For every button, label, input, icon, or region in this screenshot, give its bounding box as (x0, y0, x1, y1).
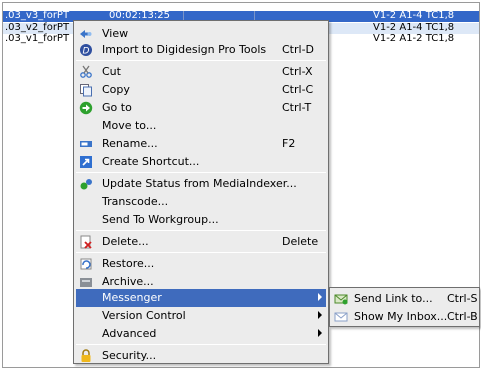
menu-item-rename[interactable]: Rename... F2 (76, 135, 326, 153)
menu-item-label: Advanced (102, 327, 157, 340)
menu-item-label: View (102, 27, 129, 40)
go-arrow-icon (79, 101, 93, 115)
copy-icon (80, 84, 92, 97)
context-menu: View D Import to Digidesign Pro Tools Ct… (73, 20, 329, 364)
menu-item-label: Rename... (102, 137, 158, 150)
svg-text:D: D (83, 47, 90, 57)
submenu-arrow-icon (318, 293, 322, 301)
lock-icon (81, 349, 91, 362)
menu-item-version-control[interactable]: Version Control (76, 307, 326, 325)
clip-name: .03_v3_forPT (5, 10, 70, 21)
menu-item-label: Send To Workgroup... (102, 213, 219, 226)
menu-item-security[interactable]: Security... (76, 347, 326, 365)
clip-tracks: V1-2 A1-2 TC1,8 (373, 33, 455, 44)
menu-item-advanced[interactable]: Advanced (76, 325, 326, 343)
menu-item-shortcut: Delete (282, 235, 319, 248)
view-icon (80, 30, 92, 38)
menu-item-import-pro-tools[interactable]: D Import to Digidesign Pro Tools Ctrl-D (76, 41, 326, 59)
menu-item-label: Show My Inbox... (354, 310, 448, 323)
archive-icon (80, 278, 92, 287)
menu-item-label: Archive... (102, 275, 154, 288)
rename-icon (80, 141, 92, 147)
screen: .03_v3_forPT 00:02:13:25 V1-2 A1-4 TC1,8… (0, 0, 481, 370)
submenu-arrow-icon (318, 329, 322, 337)
menu-item-label: Import to Digidesign Pro Tools (102, 43, 267, 56)
menu-separator (76, 172, 326, 173)
delete-icon (80, 235, 92, 249)
menu-item-shortcut: Ctrl-C (282, 83, 314, 96)
menu-item-label: Cut (102, 65, 121, 78)
menu-item-cut[interactable]: Cut Ctrl-X (76, 63, 326, 81)
menu-item-shortcut: Ctrl-T (282, 101, 312, 114)
digidesign-icon: D (80, 44, 92, 57)
menu-item-label: Messenger (102, 291, 162, 304)
submenu-arrow-icon (318, 311, 322, 319)
menu-item-label: Security... (102, 349, 157, 362)
restore-icon (80, 258, 92, 270)
scissors-icon (80, 65, 92, 78)
clip-tracks: V1-2 A1-4 TC1,8 (373, 10, 455, 21)
menu-separator (76, 344, 326, 345)
messenger-submenu: Send Link to... Ctrl-S Show My Inbox... … (329, 287, 480, 327)
menu-item-update-status[interactable]: Update Status from MediaIndexer... (76, 175, 326, 193)
menu-item-shortcut: Ctrl-S (447, 292, 478, 305)
menu-item-transcode[interactable]: Transcode... (76, 193, 326, 211)
menu-item-go-to[interactable]: Go to Ctrl-T (76, 99, 326, 117)
menu-separator (76, 252, 326, 253)
menu-item-label: Send Link to... (354, 292, 433, 305)
menu-item-show-inbox[interactable]: Show My Inbox... Ctrl-B (332, 308, 478, 326)
menu-item-label: Create Shortcut... (102, 155, 200, 168)
menu-item-copy[interactable]: Copy Ctrl-C (76, 81, 326, 99)
menu-item-label: Delete... (102, 235, 149, 248)
send-link-icon (334, 294, 348, 305)
menu-item-label: Go to (102, 101, 132, 114)
menu-item-delete[interactable]: Delete... Delete (76, 233, 326, 251)
update-icon (80, 179, 92, 190)
menu-item-label: Version Control (102, 309, 186, 322)
menu-item-label: Move to... (102, 119, 157, 132)
menu-item-shortcut: Ctrl-B (447, 310, 478, 323)
menu-item-send-link[interactable]: Send Link to... Ctrl-S (332, 290, 478, 308)
menu-item-shortcut: Ctrl-X (282, 65, 313, 78)
menu-item-messenger[interactable]: Messenger (76, 289, 326, 307)
menu-item-label: Copy (102, 83, 130, 96)
menu-item-create-shortcut[interactable]: Create Shortcut... (76, 153, 326, 171)
menu-item-label: Restore... (102, 257, 155, 270)
menu-separator (76, 60, 326, 61)
shortcut-icon (80, 156, 92, 168)
menu-separator (76, 230, 326, 231)
menu-item-label: Transcode... (102, 195, 169, 208)
clip-name: .03_v1_forPT (5, 33, 70, 44)
menu-item-move-to[interactable]: Move to... (76, 117, 326, 135)
inbox-icon (334, 312, 348, 322)
menu-item-shortcut: Ctrl-D (282, 43, 315, 56)
menu-item-restore[interactable]: Restore... (76, 255, 326, 273)
menu-item-shortcut: F2 (282, 137, 296, 150)
menu-item-label: Update Status from MediaIndexer... (102, 177, 297, 190)
menu-item-send-to-workgroup[interactable]: Send To Workgroup... (76, 211, 326, 229)
